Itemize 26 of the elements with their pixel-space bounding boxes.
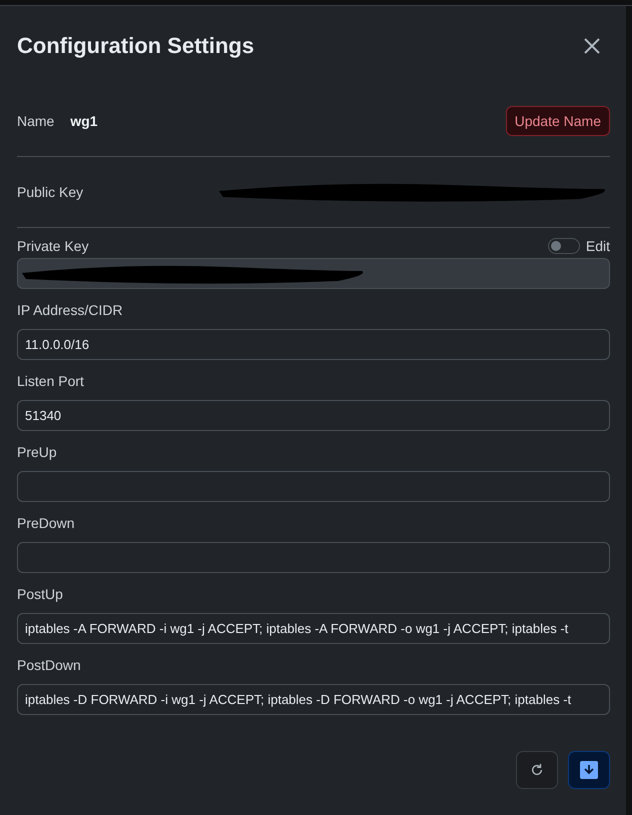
- input-field[interactable]: iptables -A FORWARD -i wg1 -j ACCEPT; iptables -A FORWARD -o wg1 -j ACCEPT; iptables -t: [17, 613, 610, 644]
- download-icon: [580, 761, 598, 779]
- field-label: PostUp: [17, 585, 64, 604]
- private-key-field[interactable]: [17, 258, 610, 289]
- dialog-title: Configuration Settings: [17, 33, 254, 59]
- field-label: PreUp: [17, 443, 58, 462]
- field-label: Listen Port: [17, 372, 85, 391]
- private-key-label: Private Key: [17, 238, 89, 254]
- update-name-button[interactable]: Update Name: [506, 106, 610, 136]
- name-value: wg1: [70, 113, 98, 129]
- refresh-icon: [530, 763, 544, 777]
- edit-label: Edit: [586, 238, 610, 254]
- input-field[interactable]: iptables -D FORWARD -i wg1 -j ACCEPT; iptables -D FORWARD -o wg1 -j ACCEPT; iptables -t: [17, 684, 610, 715]
- edit-toggle[interactable]: [548, 238, 580, 254]
- field-label: PreDown: [17, 514, 76, 533]
- input-field[interactable]: 51340: [17, 400, 610, 431]
- close-icon[interactable]: [582, 36, 602, 56]
- public-key-label: Public Key: [17, 184, 84, 200]
- field-label: PostDown: [17, 656, 82, 675]
- input-field[interactable]: [17, 471, 610, 502]
- reset-button[interactable]: [516, 751, 558, 789]
- input-field[interactable]: 11.0.0.0/16: [17, 329, 610, 360]
- name-label: Name: [17, 113, 54, 129]
- field-label: IP Address/CIDR: [17, 301, 124, 320]
- input-field[interactable]: [17, 542, 610, 573]
- save-button[interactable]: [568, 751, 610, 789]
